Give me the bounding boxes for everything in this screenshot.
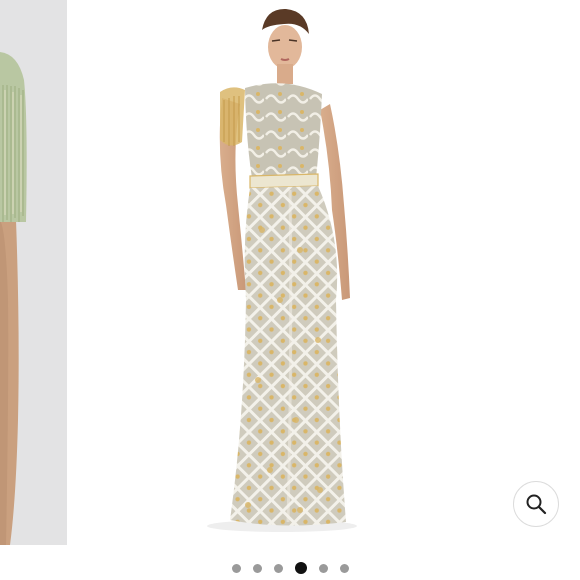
- pagination-dot[interactable]: [273, 563, 283, 573]
- carousel-pagination: [0, 560, 580, 576]
- zoom-button[interactable]: [513, 481, 559, 527]
- current-slide-photo[interactable]: [67, 0, 580, 545]
- magnifying-glass-icon: [526, 494, 547, 515]
- gown-product-image: [67, 0, 580, 545]
- pagination-dot[interactable]: [231, 563, 241, 573]
- previous-slide-image: [0, 0, 67, 545]
- pagination-dot[interactable]: [318, 563, 328, 573]
- image-carousel[interactable]: [0, 0, 580, 545]
- pagination-dot[interactable]: [252, 563, 262, 573]
- previous-slide-photo[interactable]: [0, 0, 67, 545]
- pagination-dot-active[interactable]: [294, 562, 307, 574]
- pagination-dot[interactable]: [339, 563, 349, 573]
